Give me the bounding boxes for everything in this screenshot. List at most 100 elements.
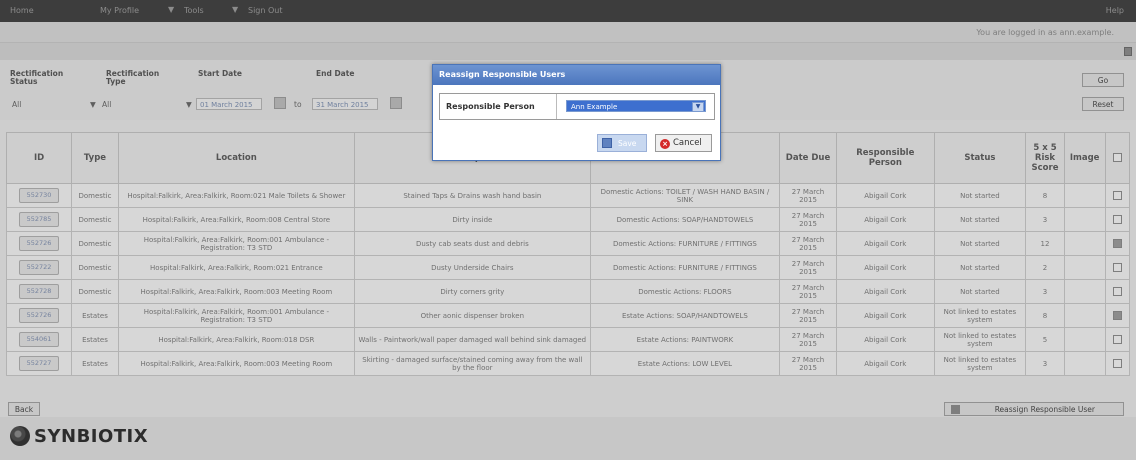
users-icon: [951, 405, 960, 414]
cell-type: Domestic: [71, 207, 119, 232]
cancel-button[interactable]: × Cancel: [655, 134, 712, 152]
rect-status-label: Rectification Status: [10, 69, 64, 86]
top-navigation: Home My Profile ▼ Tools ▼ Sign Out Help: [0, 0, 1136, 22]
chevron-down-icon[interactable]: ▼: [232, 5, 238, 14]
save-label: Save: [618, 139, 637, 148]
cell-status: Not started: [933, 255, 1027, 280]
cell-description: Walls - Paintwork/wall paper damaged wal…: [353, 327, 591, 352]
cell-status: Not started: [933, 183, 1027, 208]
status-select[interactable]: All: [12, 100, 21, 109]
type-select[interactable]: All: [102, 100, 111, 109]
edit-id-button[interactable]: 552726: [19, 308, 60, 323]
cell-description: Dirty corners grity: [353, 279, 591, 304]
table-row: 552722 Domestic Hospital:Falkirk, Area:F…: [5, 255, 1130, 280]
reassign-responsible-user-button[interactable]: Reassign Responsible User: [944, 402, 1124, 416]
row-checkbox[interactable]: [1112, 239, 1122, 248]
cell-location: Hospital:Falkirk, Area:Falkirk, Room:018…: [117, 327, 355, 352]
cell-date-due: 27 March 2015: [779, 183, 837, 208]
cell-score: 8: [1025, 183, 1065, 208]
cell-type: Domestic: [71, 255, 119, 280]
cell-date-due: 27 March 2015: [779, 207, 837, 232]
print-icon[interactable]: [1124, 47, 1132, 56]
cell-person: Abigail Cork: [835, 183, 935, 208]
header-select-all[interactable]: [1104, 132, 1130, 184]
edit-id-button[interactable]: 552727: [19, 356, 60, 371]
header-risk-score[interactable]: 5 x 5 Risk Score: [1025, 132, 1065, 184]
nav-my-profile[interactable]: My Profile: [100, 6, 139, 15]
cell-rectification: Estate Actions: SOAP/HANDTOWELS: [589, 303, 781, 328]
nav-tools[interactable]: Tools: [184, 6, 204, 15]
edit-id-button[interactable]: 554061: [19, 332, 60, 347]
footer: SYNBIOTIX: [0, 417, 1136, 460]
chevron-down-icon[interactable]: ▼: [692, 102, 704, 112]
cell-rectification: Estate Actions: PAINTWORK: [589, 327, 781, 352]
header-location[interactable]: Location: [117, 132, 355, 184]
cell-status: Not started: [933, 231, 1027, 256]
cell-date-due: 27 March 2015: [779, 255, 837, 280]
cell-score: 12: [1025, 231, 1065, 256]
nav-help[interactable]: Help: [1106, 6, 1124, 15]
edit-id-button[interactable]: 552730: [19, 188, 60, 203]
row-checkbox[interactable]: [1112, 263, 1122, 272]
cell-person: Abigail Cork: [835, 351, 935, 376]
row-checkbox[interactable]: [1112, 335, 1122, 344]
cell-type: Domestic: [71, 183, 119, 208]
start-date-label: Start Date: [198, 69, 242, 78]
header-responsible-person[interactable]: Responsible Person: [835, 132, 935, 184]
header-status[interactable]: Status: [933, 132, 1027, 184]
nav-home[interactable]: Home: [10, 6, 34, 15]
bottom-action-bar: Back Reassign Responsible User: [0, 401, 1136, 417]
cell-person: Abigail Cork: [835, 279, 935, 304]
cell-person: Abigail Cork: [835, 231, 935, 256]
close-icon: ×: [660, 139, 670, 149]
edit-id-button[interactable]: 552722: [19, 260, 60, 275]
edit-id-button[interactable]: 552726: [19, 236, 60, 251]
go-button[interactable]: Go: [1082, 73, 1124, 87]
cell-rectification: Domestic Actions: TOILET / WASH HAND BAS…: [589, 183, 781, 208]
header-type[interactable]: Type: [71, 132, 119, 184]
synbiotix-logo-icon: [10, 426, 30, 446]
cell-status: Not started: [933, 279, 1027, 304]
save-button[interactable]: Save: [597, 134, 647, 152]
dialog-title[interactable]: Reassign Responsible Users: [433, 65, 720, 85]
edit-id-button[interactable]: 552785: [19, 212, 60, 227]
end-date-input[interactable]: 31 March 2015: [312, 98, 378, 110]
row-checkbox[interactable]: [1112, 311, 1122, 320]
cell-score: 3: [1025, 351, 1065, 376]
table-row: 552726 Domestic Hospital:Falkirk, Area:F…: [5, 231, 1130, 256]
chevron-down-icon[interactable]: ▼: [90, 100, 96, 109]
nav-sign-out[interactable]: Sign Out: [248, 6, 283, 15]
chevron-down-icon[interactable]: ▼: [168, 5, 174, 14]
reset-button[interactable]: Reset: [1082, 97, 1124, 111]
back-button[interactable]: Back: [8, 402, 40, 416]
reassign-label: Reassign Responsible User: [994, 405, 1095, 414]
cell-location: Hospital:Falkirk, Area:Falkirk, Room:003…: [117, 279, 355, 304]
row-checkbox[interactable]: [1112, 191, 1122, 200]
cell-status: Not linked to estates system: [933, 351, 1027, 376]
cell-status: Not started: [933, 207, 1027, 232]
cell-date-due: 27 March 2015: [779, 231, 837, 256]
start-date-input[interactable]: 01 March 2015: [196, 98, 262, 110]
calendar-icon[interactable]: [390, 97, 402, 109]
select-all-checkbox[interactable]: [1112, 153, 1122, 162]
header-date-due[interactable]: Date Due: [779, 132, 837, 184]
cell-rectification: Estate Actions: LOW LEVEL: [589, 351, 781, 376]
cell-image: [1063, 303, 1106, 328]
responsible-person-select[interactable]: Ann Example ▼: [566, 100, 706, 112]
header-image[interactable]: Image: [1063, 132, 1106, 184]
row-checkbox[interactable]: [1112, 215, 1122, 224]
chevron-down-icon[interactable]: ▼: [186, 100, 192, 109]
row-checkbox[interactable]: [1112, 287, 1122, 296]
edit-id-button[interactable]: 552728: [19, 284, 60, 299]
header-id[interactable]: ID: [5, 132, 73, 184]
cell-location: Hospital:Falkirk, Area:Falkirk, Room:001…: [117, 303, 355, 328]
cell-image: [1063, 279, 1106, 304]
cancel-label: Cancel: [673, 138, 702, 148]
calendar-icon[interactable]: [274, 97, 286, 109]
cell-type: Estates: [71, 303, 119, 328]
cell-location: Hospital:Falkirk, Area:Falkirk, Room:003…: [117, 351, 355, 376]
cell-person: Abigail Cork: [835, 303, 935, 328]
row-checkbox[interactable]: [1112, 359, 1122, 368]
cell-person: Abigail Cork: [835, 255, 935, 280]
reassign-dialog: Reassign Responsible Users Responsible P…: [432, 64, 721, 161]
